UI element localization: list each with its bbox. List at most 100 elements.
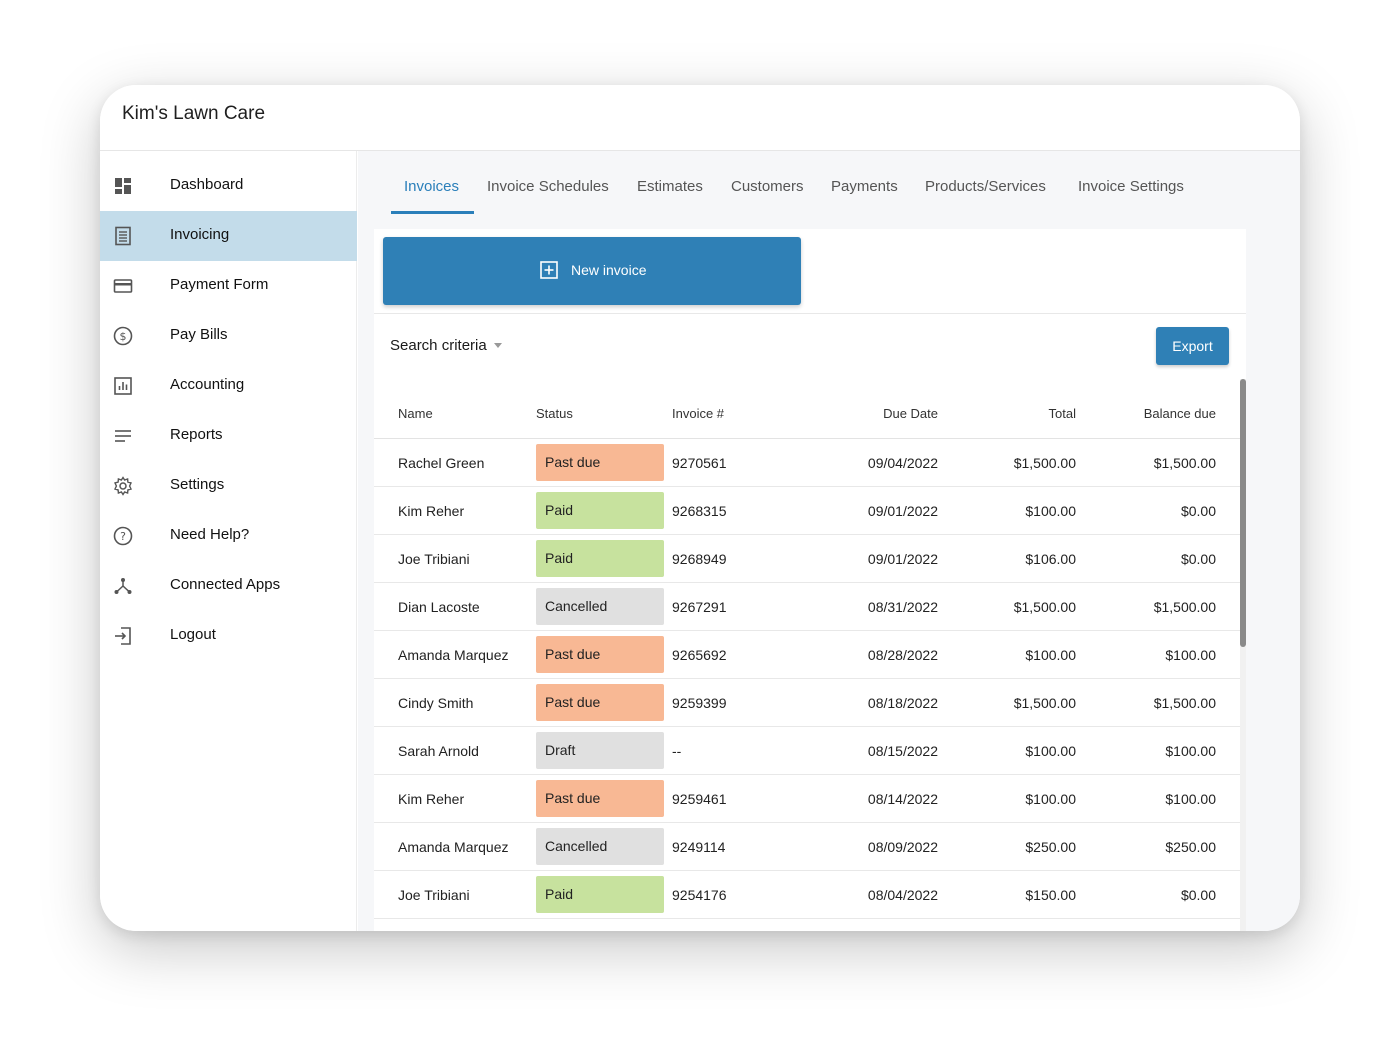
tab-estimates[interactable]: Estimates: [637, 178, 703, 195]
sidebar-item-label: Connected Apps: [170, 576, 281, 593]
status-badge: Draft: [536, 732, 664, 769]
cell-total: $100.00: [1025, 743, 1076, 759]
cell-name: Dian Lacoste: [398, 599, 480, 615]
table-row[interactable]: Sarah Arnold Draft -- 08/15/2022 $100.00 $100…: [374, 727, 1240, 775]
table-row[interactable]: Cindy Smith Past due 9259399 08/18/2022 $1,5…: [374, 679, 1240, 727]
sidebar-item-invoicing[interactable]: Invoicing: [100, 211, 357, 261]
search-criteria-toggle[interactable]: Search criteria: [390, 337, 502, 354]
dashboard-icon: [112, 175, 134, 197]
tab-invoice-settings[interactable]: Invoice Settings: [1078, 178, 1184, 195]
cell-total: $100.00: [1025, 647, 1076, 663]
cell-balance-due: $100.00: [1165, 743, 1216, 759]
main-content: Invoices Invoice Schedules Estimates Cus…: [358, 151, 1300, 931]
table-row[interactable]: Kim Reher Paid 9268315 09/01/2022 $100.00 $0.…: [374, 487, 1240, 535]
sidebar-item-reports[interactable]: Reports: [100, 411, 357, 461]
new-invoice-button[interactable]: New invoice: [383, 237, 801, 305]
cell-balance-due: $250.00: [1165, 839, 1216, 855]
tab-bar: Invoices Invoice Schedules Estimates Cus…: [391, 151, 1251, 215]
table-row[interactable]: Amanda Marquez Past due 9265692 08/28/2022 $…: [374, 631, 1240, 679]
active-tab-indicator: [391, 211, 474, 214]
table-row[interactable]: Joe Tribiani Paid 9268949 09/01/2022 $106.00…: [374, 535, 1240, 583]
table-row[interactable]: Rachel Green Past due 9270561 09/04/2022 $1,…: [374, 439, 1240, 487]
column-header-due-date[interactable]: Due Date: [838, 406, 938, 421]
sidebar-item-connected-apps[interactable]: Connected Apps: [100, 561, 357, 611]
cell-total: $100.00: [1025, 791, 1076, 807]
invoices-table: Name Status Invoice # Due Date Total Bal…: [374, 389, 1240, 919]
column-header-name[interactable]: Name: [398, 406, 433, 421]
sidebar-item-pay-bills[interactable]: $ Pay Bills: [100, 311, 357, 361]
invoices-panel: New invoice Search criteria Export Name …: [374, 229, 1246, 931]
sidebar-item-settings[interactable]: Settings: [100, 461, 357, 511]
sidebar-item-dashboard[interactable]: Dashboard: [100, 161, 357, 211]
scrollbar-thumb[interactable]: [1240, 379, 1246, 647]
cell-invoice-number: 9249114: [672, 839, 726, 855]
cell-invoice-number: --: [672, 743, 682, 759]
cell-total: $100.00: [1025, 503, 1076, 519]
app-header: Kim's Lawn Care: [100, 85, 1300, 151]
sidebar-item-label: Accounting: [170, 376, 245, 393]
cell-total: $150.00: [1025, 887, 1076, 903]
cell-invoice-number: 9268315: [672, 503, 727, 519]
plus-square-icon: [540, 261, 558, 279]
tab-customers[interactable]: Customers: [731, 178, 804, 195]
sidebar-item-label: Payment Form: [170, 276, 269, 293]
table-row[interactable]: Kim Reher Past due 9259461 08/14/2022 $100.0…: [374, 775, 1240, 823]
cell-due-date: 08/14/2022: [867, 791, 938, 807]
export-button[interactable]: Export: [1156, 327, 1229, 365]
cell-due-date: 08/04/2022: [867, 887, 938, 903]
sidebar: Dashboard Invoicing Payment Form $ Pay B…: [100, 151, 357, 931]
tab-invoice-schedules[interactable]: Invoice Schedules: [487, 178, 609, 195]
chevron-down-icon: [493, 343, 502, 348]
column-header-total[interactable]: Total: [976, 406, 1076, 421]
cell-name: Kim Reher: [398, 791, 465, 807]
status-badge: Paid: [536, 540, 664, 577]
document-icon: [112, 225, 134, 247]
status-badge: Past due: [536, 444, 664, 481]
cell-invoice-number: 9265692: [672, 647, 727, 663]
column-header-balance[interactable]: Balance due: [1116, 406, 1216, 421]
logout-icon: [112, 625, 134, 647]
cell-balance-due: $0.00: [1180, 551, 1216, 567]
column-header-invoice[interactable]: Invoice #: [672, 406, 724, 421]
sidebar-item-label: Pay Bills: [170, 326, 228, 343]
sidebar-item-label: Logout: [170, 626, 216, 643]
cell-due-date: 08/31/2022: [867, 599, 938, 615]
sidebar-item-label: Need Help?: [170, 526, 250, 543]
sidebar-item-accounting[interactable]: Accounting: [100, 361, 357, 411]
cell-name: Kim Reher: [398, 503, 465, 519]
cell-balance-due: $1,500.00: [1153, 695, 1216, 711]
sidebar-item-payment-form[interactable]: Payment Form: [100, 261, 357, 311]
status-badge: Paid: [536, 492, 664, 529]
sidebar-item-need-help[interactable]: ? Need Help?: [100, 511, 357, 561]
cell-name: Cindy Smith: [398, 695, 474, 711]
svg-text:?: ?: [120, 530, 126, 543]
table-header: Name Status Invoice # Due Date Total Bal…: [374, 389, 1240, 439]
table-row[interactable]: Amanda Marquez Cancelled 9249114 08/09/2022…: [374, 823, 1240, 871]
cell-invoice-number: 9259399: [672, 695, 727, 711]
cell-invoice-number: 9267291: [672, 599, 727, 615]
new-invoice-label: New invoice: [571, 262, 647, 278]
tab-invoices[interactable]: Invoices: [404, 178, 459, 195]
cell-name: Joe Tribiani: [398, 887, 470, 903]
status-badge: Paid: [536, 876, 664, 913]
cell-name: Rachel Green: [398, 455, 485, 471]
app-window: Kim's Lawn Care Dashboard Invoicing Paym…: [100, 85, 1300, 931]
cell-balance-due: $1,500.00: [1153, 599, 1216, 615]
lines-icon: [112, 425, 134, 447]
cell-due-date: 08/18/2022: [867, 695, 938, 711]
cell-due-date: 09/04/2022: [867, 455, 938, 471]
cell-total: $1,500.00: [1013, 599, 1076, 615]
tab-payments[interactable]: Payments: [831, 178, 898, 195]
cell-balance-due: $100.00: [1165, 791, 1216, 807]
table-row[interactable]: Joe Tribiani Paid 9254176 08/04/2022 $150.00…: [374, 871, 1240, 919]
gear-icon: [112, 475, 134, 497]
sidebar-item-logout[interactable]: Logout: [100, 611, 357, 661]
column-header-status[interactable]: Status: [536, 406, 573, 421]
cell-balance-due: $0.00: [1180, 887, 1216, 903]
table-row[interactable]: Dian Lacoste Cancelled 9267291 08/31/2022 $1…: [374, 583, 1240, 631]
cell-name: Amanda Marquez: [398, 839, 509, 855]
tab-products-services[interactable]: Products/Services: [925, 178, 1046, 195]
cell-due-date: 08/28/2022: [867, 647, 938, 663]
status-badge: Cancelled: [536, 828, 664, 865]
status-badge: Cancelled: [536, 588, 664, 625]
